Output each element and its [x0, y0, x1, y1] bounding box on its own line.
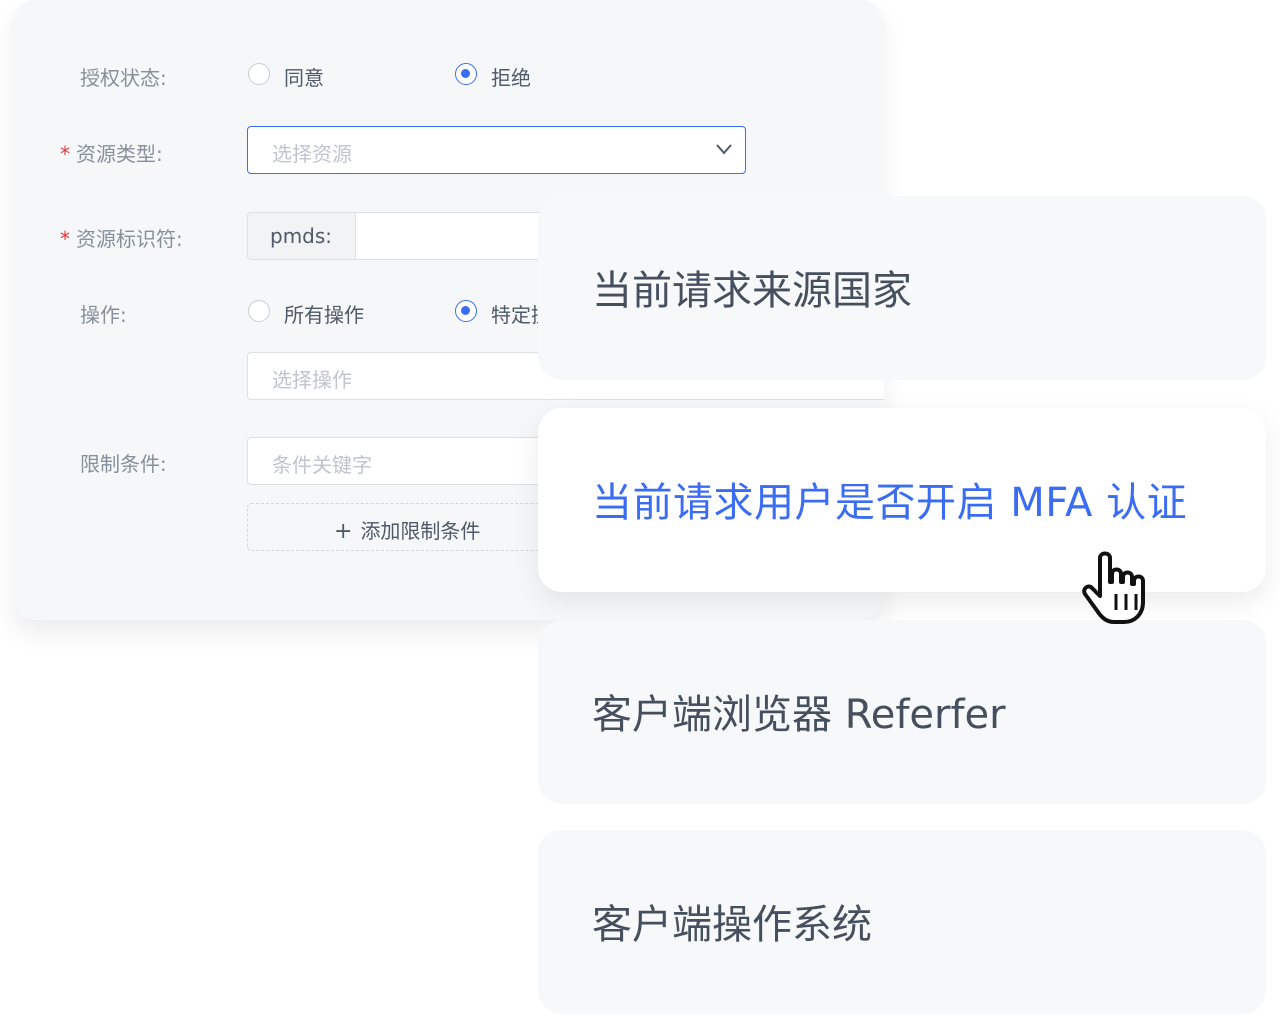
condition-option-card[interactable]: 客户端浏览器 Referfer — [538, 620, 1266, 804]
radio-reject-label[interactable]: 拒绝 — [491, 62, 531, 91]
condition-option-label: 客户端浏览器 Referfer — [592, 692, 1006, 738]
add-condition-content: + 添加限制条件 — [334, 515, 480, 544]
radio-agree-label[interactable]: 同意 — [284, 62, 324, 91]
condition-key-select[interactable]: 条件关键字 — [247, 437, 567, 485]
required-mark: * — [60, 227, 70, 251]
add-condition-label: 添加限制条件 — [360, 519, 481, 543]
resource-id-prefix: pmds: — [248, 213, 356, 259]
resource-id-label: * 资源标识符: — [60, 223, 183, 252]
operation-label: 操作: — [80, 303, 127, 327]
hand-pointer-cursor-icon — [1082, 551, 1145, 624]
radio-reject[interactable] — [455, 63, 477, 85]
condition-key-placeholder: 条件关键字 — [272, 453, 372, 477]
radio-specific-operations[interactable] — [455, 300, 477, 322]
resource-type-select[interactable]: 选择资源 — [247, 126, 746, 174]
resource-id-prefix-text: pmds: — [270, 224, 333, 248]
resource-type-label: * 资源类型: — [60, 138, 163, 167]
condition-option-card[interactable]: 当前请求来源国家 — [538, 196, 1266, 380]
resource-type-placeholder: 选择资源 — [272, 142, 352, 166]
condition-option-label: 当前请求用户是否开启 MFA 认证 — [592, 480, 1188, 526]
required-mark: * — [60, 142, 70, 166]
operation-placeholder: 选择操作 — [272, 368, 352, 392]
resource-type-label-text: 资源类型: — [76, 142, 163, 166]
resource-id-label-text: 资源标识符: — [76, 227, 183, 251]
chevron-down-icon — [716, 144, 732, 155]
auth-status-label: 授权状态: — [80, 66, 167, 90]
conditions-label: 限制条件: — [80, 452, 167, 476]
condition-option-label: 客户端操作系统 — [592, 902, 872, 948]
radio-all-operations[interactable] — [248, 300, 270, 322]
add-condition-button[interactable]: + 添加限制条件 — [247, 503, 567, 551]
condition-option-card[interactable]: 客户端操作系统 — [538, 830, 1266, 1014]
condition-option-label: 当前请求来源国家 — [592, 268, 912, 314]
plus-icon: + — [334, 519, 353, 544]
radio-agree[interactable] — [248, 63, 270, 85]
radio-all-operations-label[interactable]: 所有操作 — [284, 299, 364, 328]
